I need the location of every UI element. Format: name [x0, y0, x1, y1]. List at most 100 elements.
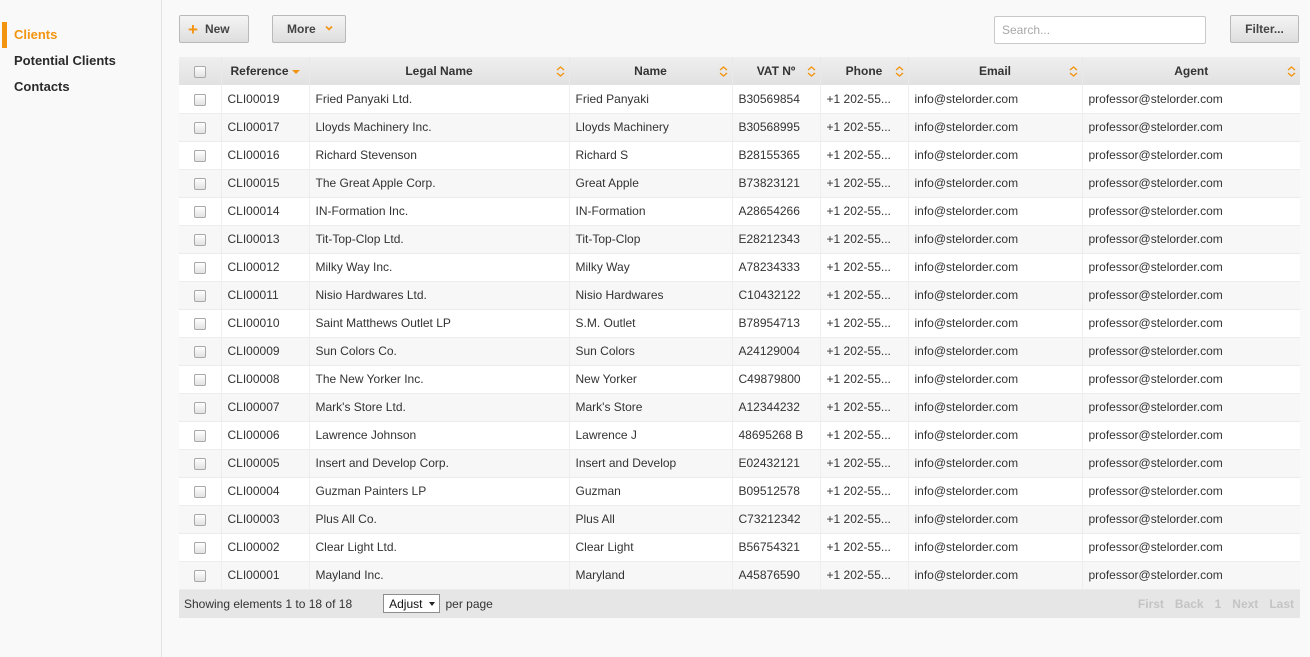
- per-page-select[interactable]: Adjust: [383, 594, 441, 613]
- name-cell: Nisio Hardwares: [569, 281, 733, 310]
- reference-cell: CLI00019: [221, 85, 310, 114]
- column-header-email[interactable]: Email: [908, 57, 1083, 85]
- row-checkbox[interactable]: [193, 457, 206, 470]
- phone-cell: +1 202-55...: [820, 197, 909, 226]
- filter-button-label: Filter...: [1245, 22, 1284, 36]
- legal-name-cell: Nisio Hardwares Ltd.: [309, 281, 570, 310]
- agent-cell: professor@stelorder.com: [1082, 365, 1300, 394]
- table-row[interactable]: CLI00015 The Great Apple Corp. Great Apple…: [179, 169, 1300, 198]
- legal-name-cell: IN-Formation Inc.: [309, 197, 570, 226]
- reference-cell: CLI00015: [221, 169, 310, 198]
- sort-icon: [1287, 66, 1296, 77]
- name-cell: Guzman: [569, 477, 733, 506]
- row-checkbox[interactable]: [193, 485, 206, 498]
- table-row[interactable]: CLI00001 Mayland Inc. Maryland A45876590 +1 …: [179, 561, 1300, 590]
- table-row[interactable]: CLI00009 Sun Colors Co. Sun Colors A2412900…: [179, 337, 1300, 366]
- column-header-phone[interactable]: Phone: [820, 57, 909, 85]
- table-row[interactable]: CLI00010 Saint Matthews Outlet LP S.M. Out…: [179, 309, 1300, 338]
- pager-last[interactable]: Last: [1269, 597, 1294, 611]
- name-cell: Mark's Store: [569, 393, 733, 422]
- sidebar-item-contacts[interactable]: Contacts: [0, 74, 161, 100]
- agent-cell: professor@stelorder.com: [1082, 421, 1300, 450]
- table-row[interactable]: CLI00004 Guzman Painters LP Guzman B0951257…: [179, 477, 1300, 506]
- table-row[interactable]: CLI00006 Lawrence Johnson Lawrence J 486952…: [179, 421, 1300, 450]
- email-cell: info@stelorder.com: [908, 309, 1083, 338]
- row-checkbox[interactable]: [193, 429, 206, 442]
- column-header-label: Agent: [1174, 64, 1209, 78]
- select-all-checkbox[interactable]: [193, 65, 206, 78]
- email-cell: info@stelorder.com: [908, 421, 1083, 450]
- reference-cell: CLI00014: [221, 197, 310, 226]
- table-row[interactable]: CLI00019 Fried Panyaki Ltd. Fried Panyaki B…: [179, 85, 1300, 114]
- table-row[interactable]: CLI00017 Lloyds Machinery Inc. Lloyds Mach…: [179, 113, 1300, 142]
- email-cell: info@stelorder.com: [908, 169, 1083, 198]
- column-header-vat[interactable]: VAT Nº: [732, 57, 821, 85]
- row-select-cell: [179, 393, 222, 422]
- reference-cell: CLI00017: [221, 113, 310, 142]
- reference-cell: CLI00004: [221, 477, 310, 506]
- row-checkbox[interactable]: [193, 93, 206, 106]
- name-cell: Maryland: [569, 561, 733, 590]
- row-checkbox[interactable]: [193, 233, 206, 246]
- phone-cell: +1 202-55...: [820, 253, 909, 282]
- row-checkbox[interactable]: [193, 261, 206, 274]
- name-cell: Milky Way: [569, 253, 733, 282]
- row-checkbox[interactable]: [193, 149, 206, 162]
- table-row[interactable]: CLI00005 Insert and Develop Corp. Insert a…: [179, 449, 1300, 478]
- row-checkbox[interactable]: [193, 513, 206, 526]
- pager-next[interactable]: Next: [1232, 597, 1258, 611]
- filter-button[interactable]: Filter...: [1230, 15, 1299, 43]
- row-checkbox[interactable]: [193, 401, 206, 414]
- name-cell: Tit-Top-Clop: [569, 225, 733, 254]
- table-row[interactable]: CLI00003 Plus All Co. Plus All C73212342 +1 …: [179, 505, 1300, 534]
- email-cell: info@stelorder.com: [908, 253, 1083, 282]
- phone-cell: +1 202-55...: [820, 561, 909, 590]
- name-cell: IN-Formation: [569, 197, 733, 226]
- row-select-cell: [179, 477, 222, 506]
- agent-cell: professor@stelorder.com: [1082, 449, 1300, 478]
- pager-back[interactable]: Back: [1175, 597, 1204, 611]
- column-header-name[interactable]: Name: [569, 57, 733, 85]
- name-cell: Fried Panyaki: [569, 85, 733, 114]
- table-row[interactable]: CLI00008 The New Yorker Inc. New Yorker C49…: [179, 365, 1300, 394]
- pager-page-1[interactable]: 1: [1215, 597, 1222, 611]
- column-header-legal-name[interactable]: Legal Name: [309, 57, 570, 85]
- row-checkbox[interactable]: [193, 121, 206, 134]
- row-checkbox[interactable]: [193, 541, 206, 554]
- select-all-cell: [179, 57, 222, 85]
- table-row[interactable]: CLI00007 Mark's Store Ltd. Mark's Store A12…: [179, 393, 1300, 422]
- new-button[interactable]: + New: [179, 15, 249, 43]
- email-cell: info@stelorder.com: [908, 141, 1083, 170]
- row-select-cell: [179, 197, 222, 226]
- row-checkbox[interactable]: [193, 345, 206, 358]
- clients-table: Reference Legal Name Name VAT Nº Phone E…: [179, 57, 1300, 618]
- sidebar-item-potential-clients[interactable]: Potential Clients: [0, 48, 161, 74]
- agent-cell: professor@stelorder.com: [1082, 169, 1300, 198]
- sidebar-item-clients[interactable]: Clients: [0, 22, 161, 48]
- row-checkbox[interactable]: [193, 569, 206, 582]
- sort-icon: [1069, 66, 1077, 77]
- table-row[interactable]: CLI00014 IN-Formation Inc. IN-Formation A28…: [179, 197, 1300, 226]
- row-checkbox[interactable]: [193, 177, 206, 190]
- table-row[interactable]: CLI00016 Richard Stevenson Richard S B28155…: [179, 141, 1300, 170]
- table-row[interactable]: CLI00002 Clear Light Ltd. Clear Light B5675…: [179, 533, 1300, 562]
- email-cell: info@stelorder.com: [908, 505, 1083, 534]
- reference-cell: CLI00012: [221, 253, 310, 282]
- row-checkbox[interactable]: [193, 373, 206, 386]
- row-checkbox[interactable]: [193, 205, 206, 218]
- row-select-cell: [179, 253, 222, 282]
- name-cell: Great Apple: [569, 169, 733, 198]
- column-header-agent[interactable]: Agent: [1082, 57, 1300, 85]
- table-row[interactable]: CLI00012 Milky Way Inc. Milky Way A78234333…: [179, 253, 1300, 282]
- legal-name-cell: Sun Colors Co.: [309, 337, 570, 366]
- legal-name-cell: Lloyds Machinery Inc.: [309, 113, 570, 142]
- column-header-label: Legal Name: [405, 64, 473, 78]
- row-checkbox[interactable]: [193, 317, 206, 330]
- table-row[interactable]: CLI00011 Nisio Hardwares Ltd. Nisio Hardwa…: [179, 281, 1300, 310]
- column-header-reference[interactable]: Reference: [221, 57, 310, 85]
- more-button[interactable]: More: [272, 15, 346, 43]
- table-row[interactable]: CLI00013 Tit-Top-Clop Ltd. Tit-Top-Clop E28…: [179, 225, 1300, 254]
- pager-first[interactable]: First: [1138, 597, 1164, 611]
- search-input[interactable]: [994, 16, 1206, 44]
- row-checkbox[interactable]: [193, 289, 206, 302]
